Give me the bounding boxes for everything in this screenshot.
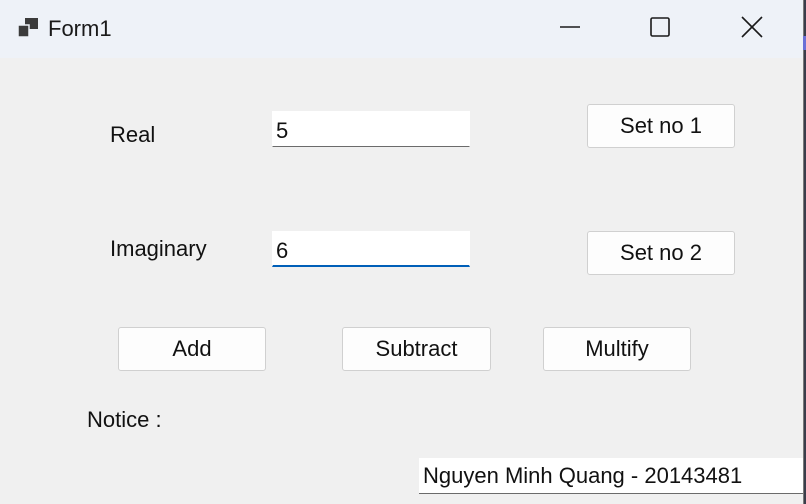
real-input[interactable] (272, 111, 470, 147)
set-no1-button[interactable]: Set no 1 (587, 104, 735, 148)
imaginary-label: Imaginary (110, 236, 207, 261)
imaginary-input[interactable] (272, 231, 470, 267)
author-textbox[interactable]: Nguyen Minh Quang - 20143481 (419, 458, 803, 494)
close-button[interactable] (706, 0, 798, 58)
close-icon (740, 15, 764, 44)
set-no2-button[interactable]: Set no 2 (587, 231, 735, 275)
window-title: Form1 (48, 16, 112, 41)
add-button[interactable]: Add (118, 327, 266, 371)
subtract-button[interactable]: Subtract (342, 327, 491, 371)
notice-label: Notice : (87, 407, 162, 432)
real-label: Real (110, 122, 156, 147)
multiply-button[interactable]: Multify (543, 327, 691, 371)
form1-window: Form1 Real Set no 1 Imaginary Set no 2 A… (0, 0, 804, 504)
minimize-button[interactable] (524, 0, 616, 58)
maximize-button[interactable] (614, 0, 706, 58)
title-bar[interactable]: Form1 (0, 0, 803, 58)
app-icon (16, 16, 40, 40)
minimize-icon (559, 16, 581, 43)
maximize-icon (649, 16, 671, 43)
